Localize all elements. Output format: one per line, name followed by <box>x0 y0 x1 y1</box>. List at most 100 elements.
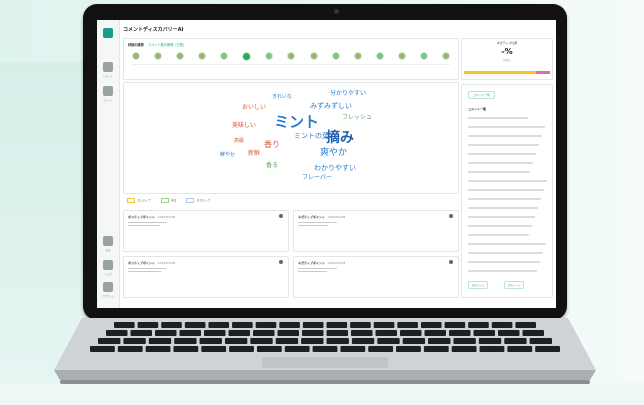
keyboard-key <box>199 338 222 344</box>
keyboard-key <box>498 330 520 336</box>
prev-page-button[interactable]: 前のページ <box>468 281 489 289</box>
cloud-word[interactable]: フレッシュ <box>342 115 372 121</box>
cloud-word[interactable]: みずみずしい <box>310 103 352 110</box>
keyboard-key <box>350 322 371 328</box>
cloud-word[interactable]: 爽やか <box>320 149 347 158</box>
timeline-dot[interactable] <box>132 52 140 60</box>
cloud-word[interactable]: 香り <box>264 141 280 149</box>
cloud-word[interactable]: 美味しい <box>232 123 256 129</box>
timeline-title: 評価の推移 コメント数の推移（日別） <box>128 43 187 47</box>
keyboard-key <box>368 346 394 352</box>
legend-positive[interactable]: ポジティブ <box>127 198 151 203</box>
user-icon[interactable] <box>103 282 113 292</box>
cloud-word[interactable]: きれいな <box>272 95 292 100</box>
kpi-bar <box>464 71 550 74</box>
keyboard-key <box>312 346 338 352</box>
laptop-base <box>54 318 596 388</box>
legend-neutral[interactable]: 中立 <box>160 198 176 203</box>
keyboard-key <box>277 330 299 336</box>
keyboard-key <box>224 338 248 344</box>
comment-line <box>468 144 539 146</box>
app-title: コメントディスカバリーAI <box>123 27 184 33</box>
keyboard-key <box>507 346 533 352</box>
cloud-word[interactable]: 鮮やか <box>220 153 235 158</box>
comment-line <box>468 207 538 209</box>
keyboard-key <box>204 330 226 336</box>
timeline-dot[interactable] <box>309 52 318 60</box>
keyboard-key <box>515 322 536 328</box>
comment-line <box>468 189 544 191</box>
comment-filter-chip[interactable]: コメント一覧 <box>468 91 495 99</box>
info-icon[interactable] <box>449 214 453 218</box>
keyboard-key <box>279 322 300 328</box>
keyboard-key <box>491 322 513 328</box>
timeline-dot[interactable] <box>375 52 384 60</box>
keyboard-key <box>114 322 135 328</box>
wordcloud-card: ミント 摘み爽やかわかりやすい みずみずしいミントの葉 おいしい香り 新鮮 フレッシュフレ… <box>123 82 459 194</box>
timeline-dot[interactable] <box>419 52 428 60</box>
timeline-dot[interactable] <box>220 52 229 60</box>
timeline-dot[interactable] <box>198 52 207 60</box>
cloud-word[interactable]: 摘み <box>326 131 354 145</box>
timeline-dot[interactable] <box>353 52 362 60</box>
cloud-word[interactable]: フレーバー <box>302 175 332 181</box>
keyboard-key <box>522 330 544 336</box>
cloud-word[interactable]: 香る <box>266 163 278 169</box>
info-icon[interactable] <box>279 260 283 264</box>
point-card[interactable]: ポジティブポイント 2023/01/28 ━━━━━━━━━━━━━━━━━━━━… <box>123 256 289 298</box>
cloud-word[interactable]: わかりやすい <box>314 165 356 172</box>
timeline-dot[interactable] <box>287 52 296 60</box>
next-page-button[interactable]: 次のページ <box>504 281 525 289</box>
comment-panel: コメント一覧 コメント一覧 前のページ 次のページ <box>461 84 553 298</box>
keyboard-key <box>423 346 449 352</box>
kpi-card: ネガティブ比率 -% 前回比 <box>461 38 553 80</box>
timeline-dot[interactable] <box>441 52 450 60</box>
timeline-dot[interactable] <box>331 52 340 60</box>
keyboard-key <box>123 338 146 344</box>
timeline-dot[interactable] <box>265 52 274 60</box>
cloud-word[interactable]: ミント <box>274 115 319 130</box>
legend-row: ポジティブ 中立 ネガティブ <box>123 196 457 204</box>
cloud-word[interactable]: 分かりやすい <box>330 91 366 97</box>
chart-icon[interactable] <box>103 62 113 72</box>
comment-line <box>468 117 528 119</box>
point-card[interactable]: ネガティブポイント 2023/01/28 ━━━━━━━━━━━━━━━━━━━━… <box>293 210 459 252</box>
point-card[interactable]: ネガティブポイント 2023/01/28 ━━━━━━━━━━━━━━━━━━━━… <box>293 256 459 298</box>
keyboard-key <box>284 346 310 352</box>
info-icon[interactable] <box>449 260 453 264</box>
cloud-word[interactable]: 高級 <box>234 139 244 144</box>
comment-line <box>468 198 541 200</box>
comment-line <box>468 252 543 254</box>
list-icon[interactable] <box>103 86 113 96</box>
cloud-word[interactable]: おいしい <box>242 105 266 111</box>
keyboard-key <box>130 330 152 336</box>
keyboard-key <box>173 346 199 352</box>
keyboard-key <box>326 330 348 336</box>
keyboard-key <box>90 346 115 352</box>
home-icon[interactable] <box>103 28 113 38</box>
help-icon[interactable] <box>103 260 113 270</box>
sidebar-item-label: アカウント <box>101 295 115 298</box>
settings-icon[interactable] <box>103 236 113 246</box>
keyboard-key <box>228 330 250 336</box>
keyboard-key <box>377 338 400 344</box>
timeline-dot[interactable] <box>176 52 185 60</box>
timeline-dots <box>132 51 450 61</box>
cloud-word[interactable]: ミントの葉 <box>294 133 329 140</box>
timeline-card: 評価の推移 コメント数の推移（日別） <box>123 38 459 80</box>
point-title: ネガティブポイント 2023/01/28 <box>298 261 346 265</box>
keyboard-key <box>351 330 373 336</box>
keyboard-key <box>256 346 282 352</box>
keyboard-key <box>473 330 495 336</box>
keyboard-key <box>402 338 426 344</box>
keyboard-key <box>275 338 299 344</box>
keyboard-key <box>444 322 466 328</box>
point-card[interactable]: ポジティブポイント 2023/01/28 ━━━━━━━━━━━━━━━━━━━━… <box>123 210 289 252</box>
legend-negative[interactable]: ネガティブ <box>186 198 210 203</box>
timeline-dot[interactable] <box>242 51 252 61</box>
timeline-dot[interactable] <box>397 52 406 60</box>
timeline-dot[interactable] <box>154 52 163 60</box>
cloud-word[interactable]: 新鮮 <box>248 151 260 157</box>
keyboard-key <box>301 338 324 344</box>
info-icon[interactable] <box>279 214 283 218</box>
